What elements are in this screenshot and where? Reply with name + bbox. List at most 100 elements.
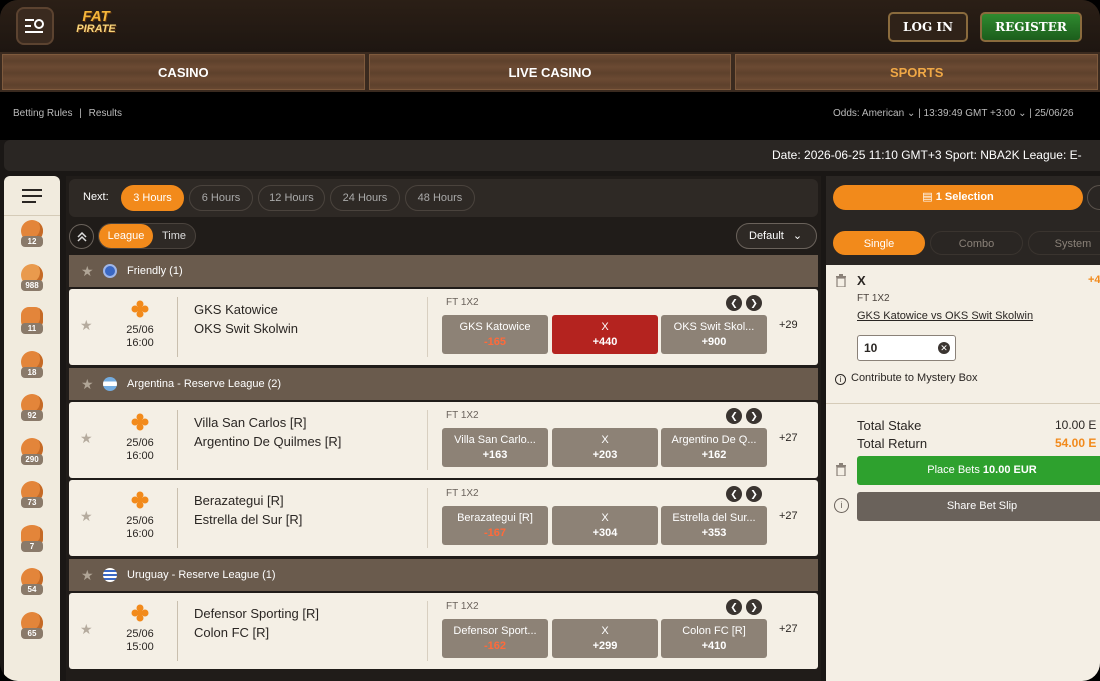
match-datetime: 25/06 16:00 bbox=[115, 324, 165, 350]
sidebar-sport-2[interactable]: 988 bbox=[4, 260, 60, 304]
sidebar-sport-5[interactable]: 92 bbox=[4, 390, 60, 434]
sidebar-sport-8[interactable]: 7 bbox=[4, 521, 60, 565]
odd-label: GKS Katowice bbox=[459, 321, 531, 333]
place-bets-button[interactable]: Place Bets 10.00 EUR bbox=[857, 456, 1100, 485]
stake-input[interactable]: 10 ✕ bbox=[857, 335, 956, 361]
odd-label: Colon FC [R] bbox=[682, 625, 746, 637]
sidebar-sport-10[interactable]: 65 bbox=[4, 608, 60, 652]
next-market-arrow-icon[interactable]: ❯ bbox=[746, 599, 762, 615]
star-icon[interactable]: ★ bbox=[80, 317, 93, 334]
collapse-all-button[interactable] bbox=[69, 224, 94, 249]
odd-price: +410 bbox=[701, 640, 727, 652]
match-date: 25/06 bbox=[126, 628, 154, 640]
next-market-arrow-icon[interactable]: ❯ bbox=[746, 295, 762, 311]
star-icon[interactable]: ★ bbox=[80, 508, 93, 525]
sidebar-sport-7[interactable]: 73 bbox=[4, 477, 60, 521]
league-header[interactable]: ★ Argentina - Reserve League (2) bbox=[69, 368, 818, 400]
sidebar-menu-button[interactable] bbox=[4, 176, 60, 216]
star-icon[interactable]: ★ bbox=[80, 430, 93, 447]
tab-combo[interactable]: Combo bbox=[930, 231, 1023, 255]
filter-3-hours[interactable]: 3 Hours bbox=[121, 185, 184, 211]
tab-system[interactable]: System bbox=[1028, 231, 1100, 255]
next-market-arrow-icon[interactable]: ❯ bbox=[746, 408, 762, 424]
bet-slip-options-button[interactable] bbox=[1087, 185, 1100, 210]
mystery-box-contribution[interactable]: i Contribute to Mystery Box bbox=[835, 372, 978, 385]
prev-market-arrow-icon[interactable]: ❮ bbox=[726, 599, 742, 615]
group-league-button[interactable]: League bbox=[99, 224, 153, 248]
league-header[interactable]: ★ Uruguay - Reserve League (1) bbox=[69, 559, 818, 591]
more-markets-link[interactable]: +29 bbox=[779, 319, 798, 331]
star-icon[interactable]: ★ bbox=[80, 621, 93, 638]
odd-home-button[interactable]: Berazategui [R] -167 bbox=[442, 506, 548, 545]
betting-rules-link[interactable]: Betting Rules bbox=[13, 108, 72, 119]
login-button[interactable]: LOG IN bbox=[888, 12, 968, 42]
odd-draw-button[interactable]: X +203 bbox=[552, 428, 658, 467]
timezone-select[interactable]: 13:39:49 GMT +3:00 ⌄ bbox=[924, 108, 1027, 119]
prev-market-arrow-icon[interactable]: ❮ bbox=[726, 295, 742, 311]
share-bet-slip-button[interactable]: Share Bet Slip bbox=[857, 492, 1100, 521]
odd-home-button[interactable]: Defensor Sport... -162 bbox=[442, 619, 548, 658]
sidebar-sport-3[interactable]: 11 bbox=[4, 303, 60, 347]
more-markets-link[interactable]: +27 bbox=[779, 510, 798, 522]
odd-draw-button[interactable]: X +304 bbox=[552, 506, 658, 545]
prev-market-arrow-icon[interactable]: ❮ bbox=[726, 408, 742, 424]
filter-48-hours[interactable]: 48 Hours bbox=[405, 185, 475, 211]
odd-home-button[interactable]: Villa San Carlo... +163 bbox=[442, 428, 548, 467]
trash-icon[interactable] bbox=[835, 273, 847, 287]
star-icon[interactable]: ★ bbox=[81, 559, 94, 591]
match-teams[interactable]: Villa San Carlos [R] Argentino De Quilmes… bbox=[194, 413, 341, 451]
match-teams[interactable]: GKS Katowice OKS Swit Skolwin bbox=[194, 300, 298, 338]
trash-icon[interactable] bbox=[835, 462, 847, 476]
star-icon[interactable]: ★ bbox=[81, 255, 94, 287]
match-date: 25/06 bbox=[126, 324, 154, 336]
odd-label: Argentino De Q... bbox=[671, 434, 757, 446]
odds-format-select[interactable]: American ⌄ bbox=[862, 108, 915, 119]
odd-draw-button[interactable]: X +440 bbox=[552, 315, 658, 354]
more-markets-link[interactable]: +27 bbox=[779, 623, 798, 635]
odd-away-button[interactable]: OKS Swit Skol... +900 bbox=[661, 315, 767, 354]
away-team: OKS Swit Skolwin bbox=[194, 321, 299, 336]
next-market-arrow-icon[interactable]: ❯ bbox=[746, 486, 762, 502]
filter-12-hours[interactable]: 12 Hours bbox=[258, 185, 325, 211]
stake-value: 10 bbox=[864, 341, 878, 355]
odd-home-button[interactable]: GKS Katowice -165 bbox=[442, 315, 548, 354]
league-header[interactable]: ★ Friendly (1) bbox=[69, 255, 818, 287]
group-time-button[interactable]: Time bbox=[153, 224, 195, 248]
odd-away-button[interactable]: Estrella del Sur... +353 bbox=[661, 506, 767, 545]
star-icon[interactable]: ★ bbox=[81, 368, 94, 400]
match-teams[interactable]: Berazategui [R] Estrella del Sur [R] bbox=[194, 491, 302, 529]
sidebar-sport-9[interactable]: 54 bbox=[4, 564, 60, 608]
sidebar-sport-1[interactable]: 12 bbox=[4, 216, 60, 260]
clear-stake-icon[interactable]: ✕ bbox=[938, 342, 950, 354]
tab-single[interactable]: Single bbox=[833, 231, 925, 255]
sidebar-sport-4[interactable]: 18 bbox=[4, 347, 60, 391]
chevron-down-icon: ⌄ bbox=[1018, 108, 1027, 119]
fat-pirate-logo[interactable]: FAT PIRATE bbox=[64, 9, 128, 40]
info-icon[interactable]: i bbox=[834, 498, 849, 513]
away-team: Estrella del Sur [R] bbox=[194, 512, 303, 527]
match-teams[interactable]: Defensor Sporting [R] Colon FC [R] bbox=[194, 604, 319, 642]
bet-match-link[interactable]: GKS Katowice vs OKS Swit Skolwin bbox=[857, 310, 1033, 322]
sport-count: 7 bbox=[21, 540, 43, 552]
more-markets-link[interactable]: +27 bbox=[779, 432, 798, 444]
odd-away-button[interactable]: Colon FC [R] +410 bbox=[661, 619, 767, 658]
odd-draw-button[interactable]: X +299 bbox=[552, 619, 658, 658]
hamburger-icon bbox=[22, 188, 42, 203]
results-link[interactable]: Results bbox=[89, 108, 122, 119]
tab-live-casino[interactable]: LIVE CASINO bbox=[368, 54, 732, 90]
football-icon bbox=[131, 300, 149, 318]
group-by-toggle: League Time bbox=[98, 223, 196, 249]
tab-casino[interactable]: CASINO bbox=[2, 54, 365, 90]
filter-6-hours[interactable]: 6 Hours bbox=[189, 185, 253, 211]
prev-market-arrow-icon[interactable]: ❮ bbox=[726, 486, 742, 502]
odd-away-button[interactable]: Argentino De Q... +162 bbox=[661, 428, 767, 467]
match-time: 16:00 bbox=[126, 337, 154, 349]
sort-dropdown[interactable]: Default ⌄ bbox=[736, 223, 817, 249]
menu-search-button[interactable] bbox=[16, 7, 54, 45]
register-button[interactable]: REGISTER bbox=[980, 12, 1082, 42]
selection-count-button[interactable]: ▤ 1 Selection bbox=[833, 185, 1083, 210]
filter-24-hours[interactable]: 24 Hours bbox=[330, 185, 400, 211]
next-label: Next: bbox=[83, 191, 109, 203]
tab-sports[interactable]: SPORTS bbox=[735, 54, 1099, 90]
sidebar-sport-6[interactable]: 290 bbox=[4, 434, 60, 478]
